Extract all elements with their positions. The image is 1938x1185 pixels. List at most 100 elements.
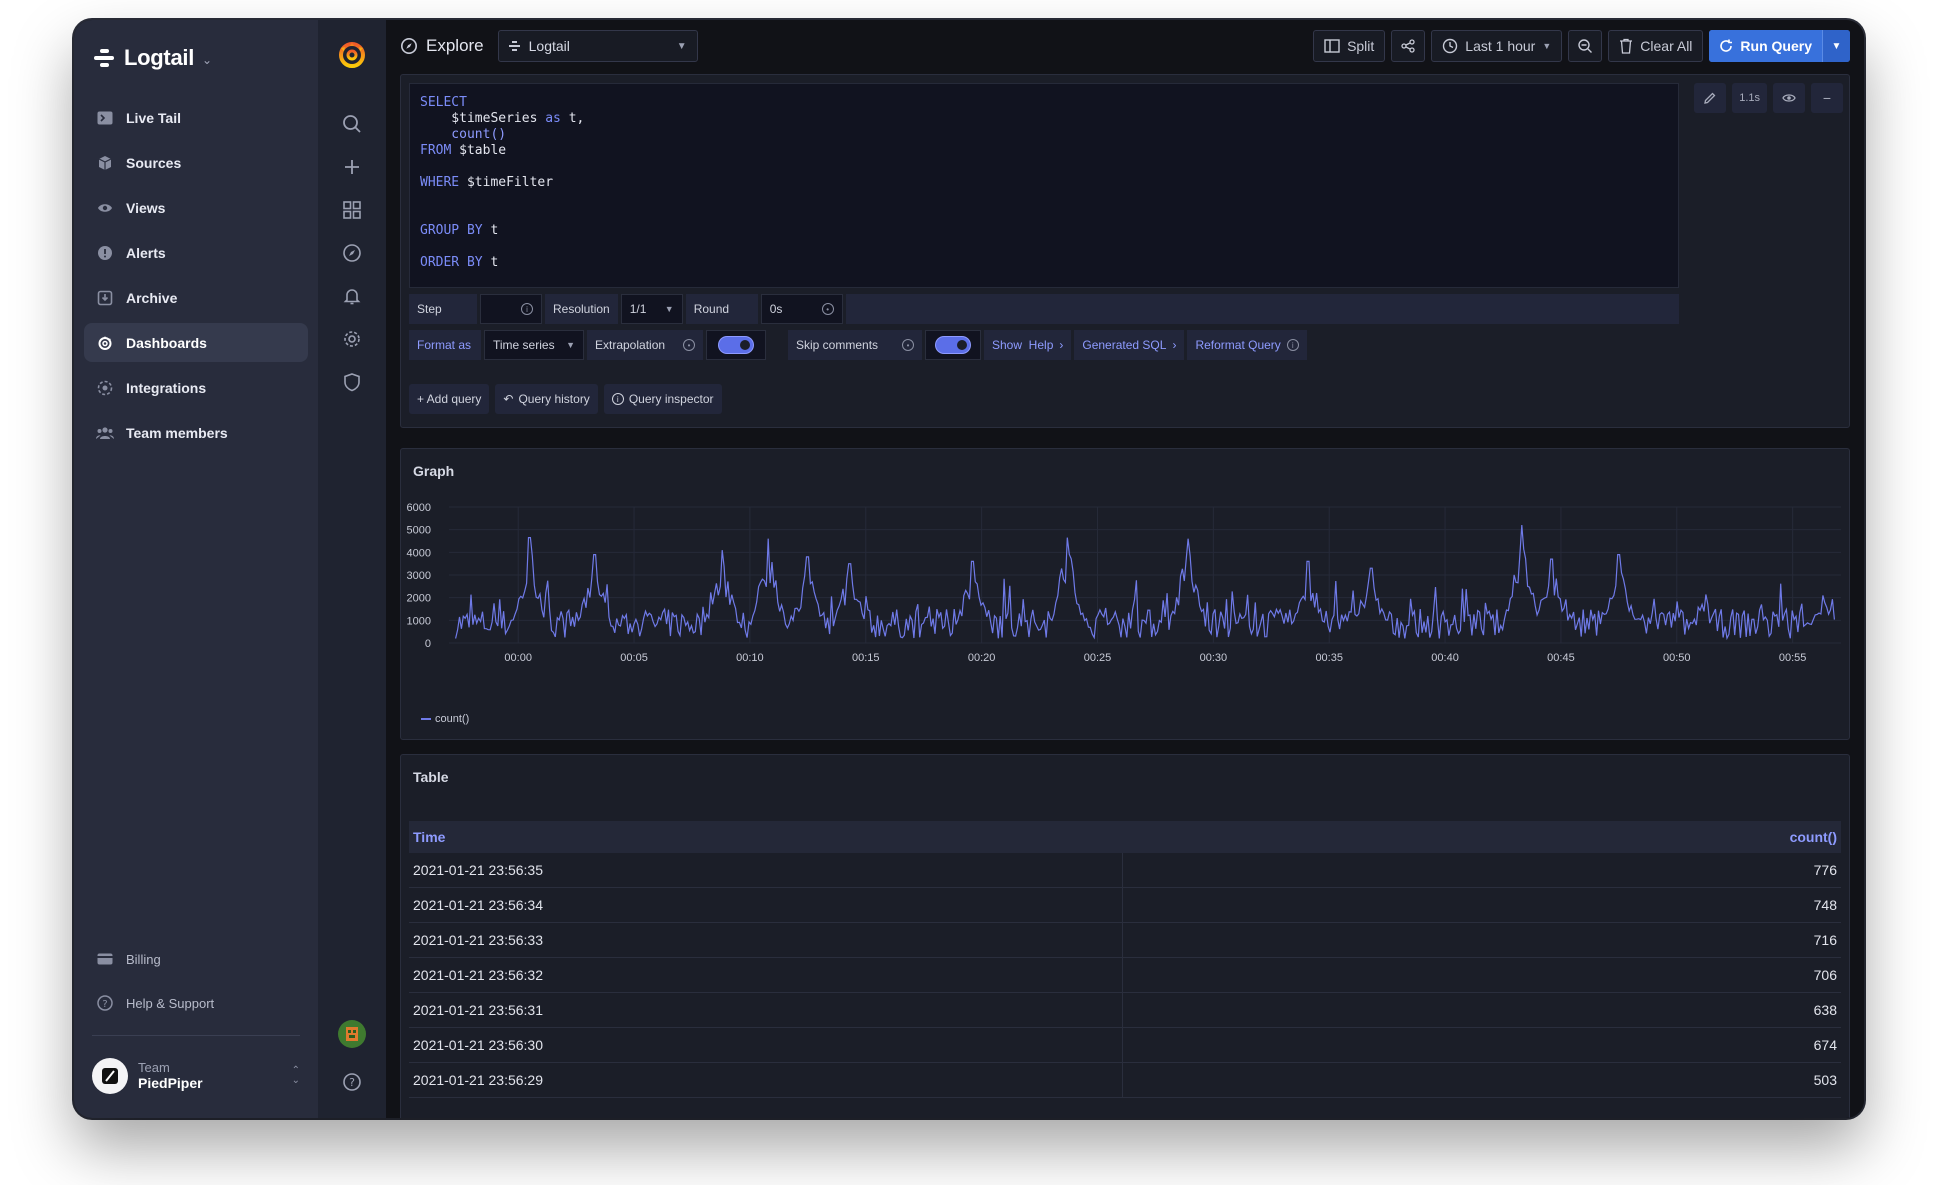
table-row[interactable]: 2021-01-21 23:56:32 706 — [409, 958, 1841, 993]
resolution-select[interactable]: 1/1 ▼ — [620, 294, 683, 324]
nav-item-live-tail[interactable]: Live Tail — [84, 98, 308, 137]
editor-blank-line — [420, 191, 1668, 207]
search-icon[interactable] — [332, 104, 372, 144]
resolution-value: 1/1 — [629, 302, 647, 316]
chevron-right-icon: › — [1172, 338, 1177, 352]
query-inspector-button[interactable]: i Query inspector — [603, 384, 722, 414]
table-row[interactable]: 2021-01-21 23:56:29 503 — [409, 1063, 1841, 1098]
nav-item-billing[interactable]: Billing — [84, 939, 308, 979]
round-label: Round — [685, 294, 758, 324]
help-icon[interactable]: ? — [332, 1062, 372, 1102]
nav-item-sources[interactable]: Sources — [84, 143, 308, 182]
x-tick-label: 00:25 — [1084, 652, 1112, 664]
team-switcher[interactable]: Team PiedPiper ⌃ ⌄ — [84, 1050, 308, 1102]
x-tick-label: 00:20 — [968, 652, 996, 664]
options-filler — [845, 294, 1679, 324]
skip-comments-toggle[interactable] — [925, 330, 981, 360]
table-row[interactable]: 2021-01-21 23:56:33 716 — [409, 923, 1841, 958]
shield-icon[interactable] — [332, 362, 372, 402]
split-button[interactable]: Split — [1313, 30, 1386, 62]
table-header: Time count() — [409, 821, 1841, 853]
column-header-count[interactable]: count() — [1790, 829, 1837, 845]
nav-item-alerts[interactable]: Alerts — [84, 233, 308, 272]
run-query-button[interactable]: Run Query ▼ — [1709, 30, 1850, 62]
table-row[interactable]: 2021-01-21 23:56:30 674 — [409, 1028, 1841, 1063]
table-row[interactable]: 2021-01-21 23:56:35 776 — [409, 853, 1841, 888]
chevron-down-icon: ▼ — [676, 40, 687, 52]
table-row[interactable]: 2021-01-21 23:56:34 748 — [409, 888, 1841, 923]
plus-icon[interactable] — [332, 147, 372, 187]
nav-item-archive[interactable]: Archive — [84, 278, 308, 317]
nav-bottom: Billing ? Help & Support Team PiedPiper … — [84, 939, 308, 1102]
user-avatar[interactable] — [338, 1020, 366, 1048]
time-series-chart[interactable]: 6000 5000 4000 3000 2000 1000 0 00:00 00:05 00:10… — [401, 449, 1851, 741]
nav-item-integrations[interactable]: Integrations — [84, 368, 308, 407]
gear-icon[interactable] — [332, 319, 372, 359]
extrapolation-toggle[interactable] — [706, 330, 766, 360]
cell-time: 2021-01-21 23:56:29 — [413, 1063, 1123, 1097]
compass-icon[interactable] — [332, 233, 372, 273]
reformat-text: Reformat Query — [1195, 338, 1281, 352]
nav-item-team-members[interactable]: Team members — [84, 413, 308, 452]
nav-item-views[interactable]: Views — [84, 188, 308, 227]
card-icon — [96, 950, 114, 968]
editor-line: WHERE $timeFilter — [420, 175, 1668, 191]
editor-blank-line — [420, 239, 1668, 255]
editor-blank-line — [420, 159, 1668, 175]
run-query-main[interactable]: Run Query — [1709, 30, 1822, 62]
chart-legend[interactable]: count() — [421, 713, 469, 725]
main-nav: Live Tail Sources Views Alerts Archive Dashbo… — [84, 98, 308, 452]
time-range-picker[interactable]: Last 1 hour ▼ — [1431, 30, 1563, 62]
step-label: Step — [409, 294, 477, 324]
clear-all-button[interactable]: Clear All — [1608, 30, 1704, 62]
dashboards-grid-icon[interactable] — [332, 190, 372, 230]
time-range-label: Last 1 hour — [1465, 38, 1536, 54]
cell-count: 638 — [1813, 1002, 1837, 1018]
edit-button[interactable] — [1694, 83, 1727, 113]
editor-line: count() — [420, 127, 1668, 143]
generated-sql-button[interactable]: Generated SQL › — [1074, 330, 1185, 360]
add-query-button[interactable]: + Add query — [409, 384, 490, 414]
format-select[interactable]: Time series ▼ — [484, 330, 584, 360]
datasource-picker[interactable]: Logtail ▼ — [497, 30, 698, 62]
chevron-down-icon[interactable]: ▼ — [1822, 30, 1850, 62]
share-button[interactable] — [1391, 30, 1426, 62]
graph-panel: Graph 6000 5000 4000 3000 2000 1000 0 00:00 00:0… — [400, 448, 1850, 740]
minus-icon: − — [1822, 90, 1832, 106]
format-value: Time series — [493, 338, 555, 352]
round-input[interactable]: 0s • — [760, 294, 843, 324]
clock-icon — [1443, 38, 1458, 54]
format-label: Format as — [409, 330, 481, 360]
nav-item-help-support[interactable]: ? Help & Support — [84, 983, 308, 1023]
show-help-button[interactable]: Show Help › — [984, 330, 1072, 360]
step-input[interactable]: i — [480, 294, 542, 324]
zoom-out-button[interactable] — [1568, 30, 1603, 62]
sql-editor[interactable]: SELECT $timeSeries as t, count() FROM $ta… — [409, 83, 1679, 288]
archive-icon — [96, 289, 114, 307]
query-history-button[interactable]: ↶ Query history — [495, 384, 598, 414]
toggle-visibility-button[interactable] — [1773, 83, 1805, 113]
x-tick-label: 00:45 — [1547, 652, 1575, 664]
nav-item-dashboards[interactable]: Dashboards — [84, 323, 308, 362]
refresh-icon — [1720, 39, 1733, 52]
bell-icon[interactable] — [332, 276, 372, 316]
toggle-switch[interactable] — [719, 337, 753, 353]
cell-time: 2021-01-21 23:56:33 — [413, 923, 1123, 957]
grafana-logo-icon[interactable] — [332, 34, 372, 74]
toolbar-actions: Split Last 1 hour ▼ Clear All Run Query … — [1313, 30, 1850, 62]
y-tick-label: 4000 — [407, 547, 431, 559]
y-tick-label: 1000 — [407, 615, 431, 627]
code-token: t, — [560, 111, 585, 126]
toggle-switch[interactable] — [936, 337, 970, 353]
column-header-time[interactable]: Time — [413, 829, 445, 845]
page-title: Explore — [400, 36, 484, 56]
remove-query-button[interactable]: − — [1811, 83, 1843, 113]
reformat-query-button[interactable]: Reformat Query i — [1187, 330, 1307, 360]
brand-switcher[interactable]: Logtail ⌄ — [84, 40, 308, 76]
table-row[interactable]: 2021-01-21 23:56:31 638 — [409, 993, 1841, 1028]
info-icon: i — [521, 303, 533, 315]
x-tick-label: 00:05 — [620, 652, 648, 664]
split-icon — [1324, 39, 1340, 53]
code-token: WHERE — [420, 175, 460, 190]
